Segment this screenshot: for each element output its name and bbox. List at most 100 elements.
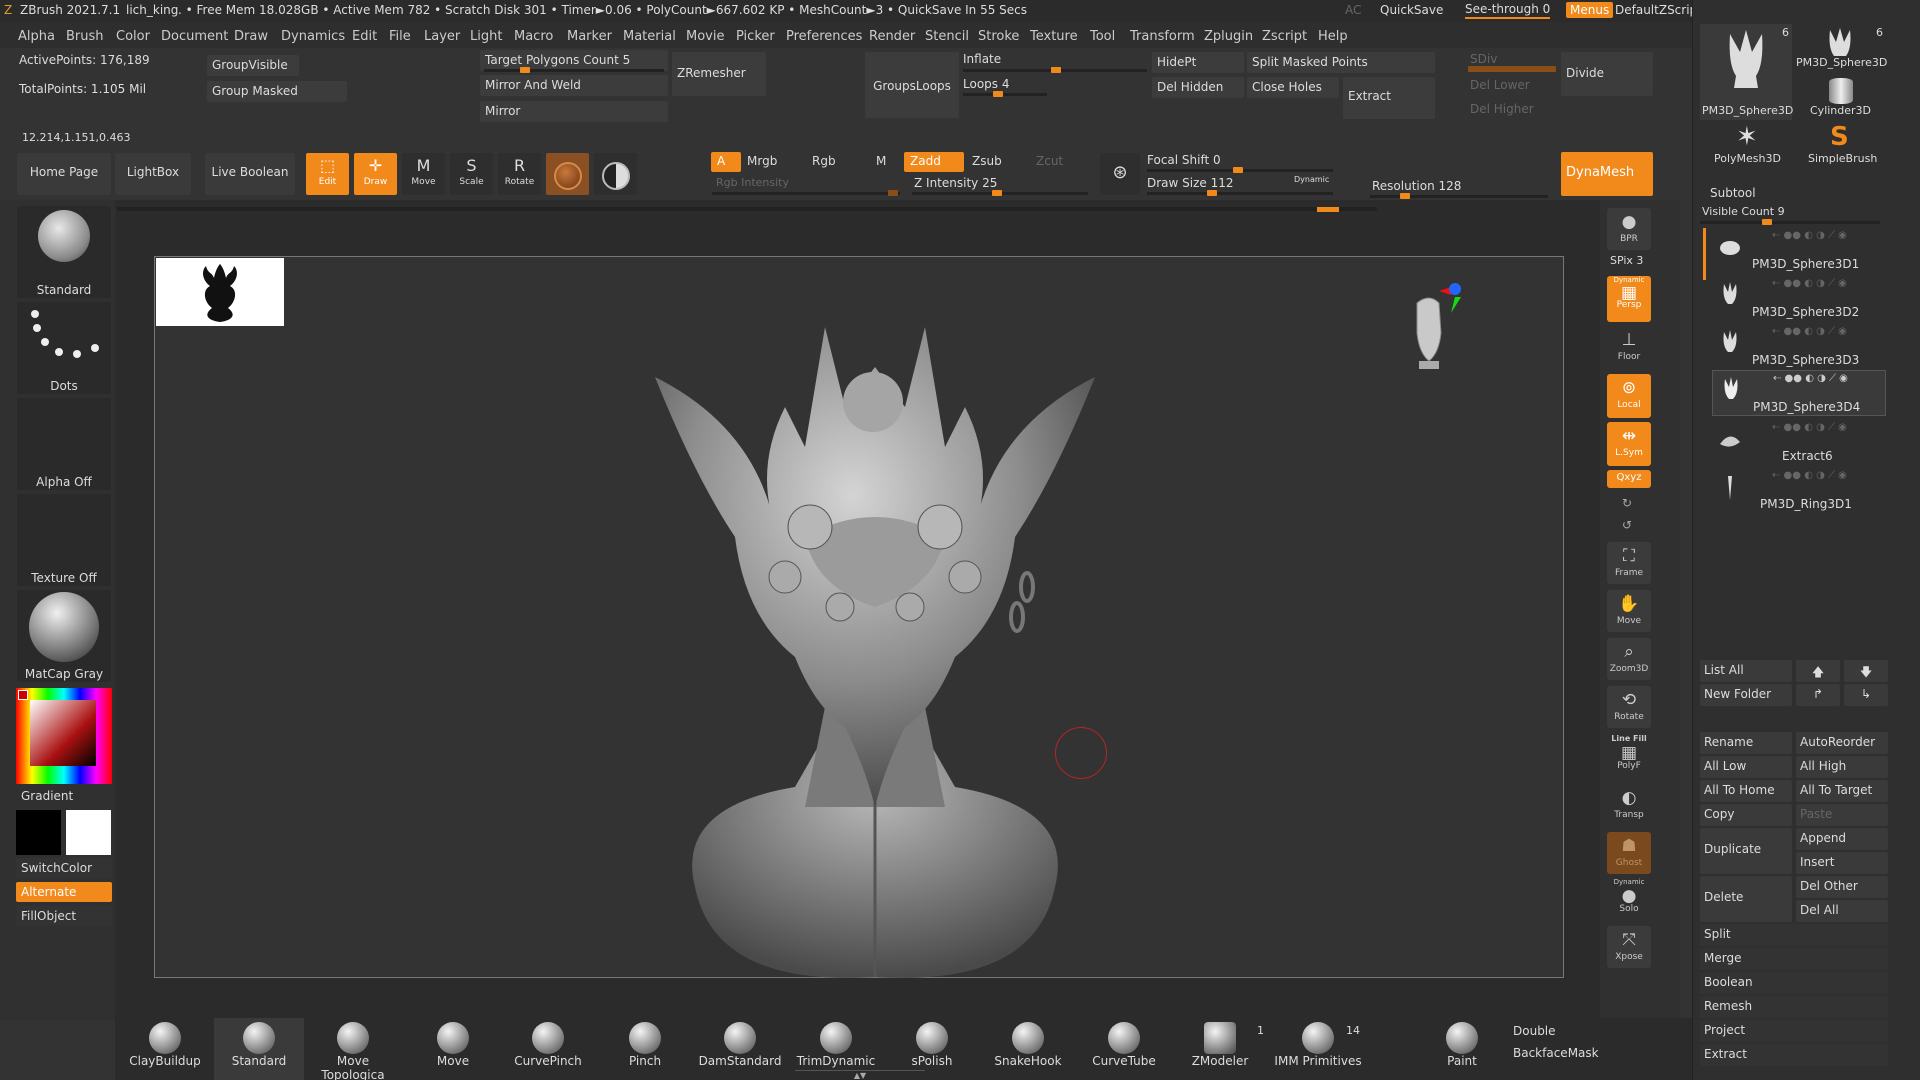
delete-button[interactable]: Delete — [1700, 876, 1792, 922]
del-hidden-button[interactable]: Del Hidden — [1152, 77, 1244, 98]
all-low-button[interactable]: All Low — [1700, 756, 1792, 778]
fill-object-button[interactable]: FillObject — [16, 906, 112, 926]
floor-toggle[interactable]: ⊥ Floor — [1607, 326, 1651, 368]
transp-toggle[interactable]: ◐ Transp — [1607, 784, 1651, 826]
move-down-arrow-icon[interactable]: 🡇 — [1844, 660, 1888, 682]
paste-button[interactable]: Paste — [1796, 804, 1888, 826]
subtool-row[interactable]: ⇠ ●● ◐ ◑ ⟋ ◉ PM3D_Sphere3D2 — [1712, 276, 1886, 322]
viewport-canvas[interactable] — [154, 256, 1564, 978]
menu-edit[interactable]: Edit — [352, 29, 377, 44]
z-intensity-track[interactable] — [912, 190, 1088, 196]
zadd-toggle[interactable]: Zadd — [904, 152, 964, 172]
see-through-slider[interactable]: See-through 0 — [1465, 2, 1551, 19]
draw-size-track[interactable] — [1147, 190, 1333, 196]
rotate-mode-button[interactable]: R Rotate — [498, 153, 541, 195]
subtool-row[interactable]: ⇠ ●● ◐ ◑ ⟋ ◉ PM3D_Sphere3D1 — [1712, 228, 1886, 274]
matcap-swatch[interactable] — [594, 153, 637, 195]
menu-picker[interactable]: Picker — [736, 29, 775, 44]
del-all-button[interactable]: Del All — [1796, 900, 1888, 922]
move-out-folder-icon[interactable]: ↳ — [1844, 684, 1888, 706]
sdiv-slider[interactable]: SDiv — [1470, 52, 1497, 66]
merge-menu[interactable]: Merge — [1700, 948, 1888, 970]
split-menu[interactable]: Split — [1700, 924, 1888, 946]
solo-toggle[interactable]: Dynamic ● Solo — [1607, 878, 1651, 924]
split-masked-points-button[interactable]: Split Masked Points — [1247, 52, 1435, 73]
default-zscript[interactable]: DefaultZScript — [1615, 3, 1702, 17]
duplicate-button[interactable]: Duplicate — [1700, 828, 1792, 874]
mirror-button[interactable]: Mirror — [480, 101, 668, 122]
move-mode-button[interactable]: M Move — [402, 153, 445, 195]
menu-alpha[interactable]: Alpha — [18, 29, 55, 44]
divide-button[interactable]: Divide — [1561, 52, 1653, 96]
move-up-arrow-icon[interactable]: 🡅 — [1796, 660, 1840, 682]
menu-file[interactable]: File — [389, 29, 411, 44]
tool-thumb-simplebrush[interactable]: S SimpleBrush — [1796, 122, 1886, 168]
copy-button[interactable]: Copy — [1700, 804, 1792, 826]
backface-mask-toggle[interactable]: BackfaceMask — [1513, 1046, 1599, 1060]
ac-label[interactable]: AC — [1345, 3, 1361, 17]
texture-selector[interactable]: Texture Off — [17, 494, 111, 586]
insert-button[interactable]: Insert — [1796, 852, 1888, 874]
brush-pinch[interactable]: Pinch — [600, 1018, 690, 1080]
alpha-selector[interactable]: Alpha Off — [17, 398, 111, 490]
tool-thumb-polymesh[interactable]: ✶ PolyMesh3D — [1700, 122, 1792, 168]
brush-curvepinch[interactable]: CurvePinch — [503, 1018, 593, 1080]
subtool-header[interactable]: Subtool — [1710, 186, 1756, 200]
menu-zplugin[interactable]: Zplugin — [1204, 29, 1253, 44]
resolution-track[interactable] — [1370, 193, 1548, 199]
menu-transform[interactable]: Transform — [1130, 29, 1195, 44]
draw-mode-button[interactable]: ✛ Draw — [354, 153, 397, 195]
group-visible-button[interactable]: GroupVisible — [207, 55, 299, 76]
close-holes-button[interactable]: Close Holes — [1247, 77, 1339, 98]
polyf-toggle[interactable]: Line Fill ▦ PolyF — [1607, 734, 1651, 780]
rgb-intensity-slider[interactable]: Rgb Intensity — [716, 176, 789, 189]
menu-render[interactable]: Render — [869, 29, 915, 44]
zoom3d-button[interactable]: ⌕ Zoom3D — [1607, 638, 1651, 680]
mirror-and-weld-button[interactable]: Mirror And Weld — [480, 75, 668, 96]
brush-curvetube[interactable]: CurveTube — [1079, 1018, 1169, 1080]
subtool-controls-icon[interactable]: ⇠ ●● ◐ ◑ ⟋ ◉ — [1772, 470, 1847, 481]
double-toggle[interactable]: Double — [1513, 1024, 1556, 1038]
project-menu[interactable]: Project — [1700, 1020, 1888, 1042]
all-high-button[interactable]: All High — [1796, 756, 1888, 778]
subtool-controls-icon[interactable]: ⇠ ●● ◐ ◑ ⟋ ◉ — [1772, 278, 1847, 289]
switch-color-button[interactable]: SwitchColor — [16, 858, 112, 878]
inflate-slider[interactable]: Inflate — [963, 52, 1001, 66]
visible-count-track[interactable] — [1700, 219, 1880, 225]
menu-stroke[interactable]: Stroke — [978, 29, 1019, 44]
color-square[interactable] — [30, 700, 96, 766]
menu-texture[interactable]: Texture — [1030, 29, 1078, 44]
menu-brush[interactable]: Brush — [66, 29, 104, 44]
menu-material[interactable]: Material — [623, 29, 676, 44]
subtool-row[interactable]: ⇠ ●● ◐ ◑ ⟋ ◉ PM3D_Sphere3D3 — [1712, 324, 1886, 370]
stroke-selector[interactable]: Dots — [17, 302, 111, 394]
ghost-toggle[interactable]: ☗ Ghost — [1607, 832, 1651, 874]
move-into-folder-icon[interactable]: ↱ — [1796, 684, 1840, 706]
color-picker[interactable] — [16, 688, 112, 784]
extract-button[interactable]: Extract — [1343, 77, 1435, 119]
rename-button[interactable]: Rename — [1700, 732, 1792, 754]
m-toggle[interactable]: M — [876, 154, 886, 168]
del-lower-button[interactable]: Del Lower — [1470, 78, 1530, 92]
spix-slider[interactable]: SPix 3 — [1610, 254, 1643, 267]
target-polygons-slider[interactable]: Target Polygons Count 5 — [480, 50, 668, 71]
resolution-slider[interactable]: Resolution 128 — [1372, 179, 1461, 193]
extract-menu[interactable]: Extract — [1700, 1044, 1888, 1066]
xpose-button[interactable]: ⤧ Xpose — [1607, 926, 1651, 968]
brush-standard[interactable]: Standard — [214, 1018, 304, 1080]
scale-mode-button[interactable]: S Scale — [450, 153, 493, 195]
menu-dynamics[interactable]: Dynamics — [281, 29, 345, 44]
menu-layer[interactable]: Layer — [424, 29, 460, 44]
a-toggle[interactable]: A — [711, 152, 741, 172]
menu-stencil[interactable]: Stencil — [925, 29, 969, 44]
brush-move[interactable]: Move — [408, 1018, 498, 1080]
focal-shift-slider[interactable]: Focal Shift 0 — [1147, 153, 1221, 167]
brush-paint[interactable]: Paint — [1415, 1018, 1509, 1080]
local-toggle[interactable]: ⊚ Local — [1607, 374, 1651, 418]
rgb-intensity-track[interactable] — [712, 190, 900, 196]
menu-movie[interactable]: Movie — [686, 29, 724, 44]
boolean-menu[interactable]: Boolean — [1700, 972, 1888, 994]
target-polygons-track[interactable] — [484, 67, 664, 73]
menu-marker[interactable]: Marker — [567, 29, 612, 44]
quicksave-button[interactable]: QuickSave — [1380, 3, 1443, 17]
